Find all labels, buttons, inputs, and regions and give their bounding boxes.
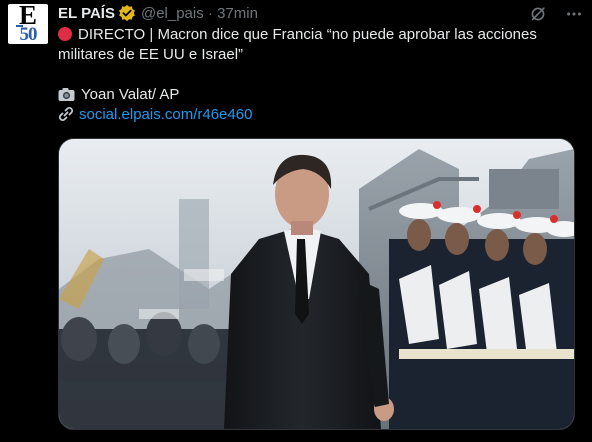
photo-credit: Yoan Valat/ AP: [81, 86, 180, 103]
post-photo[interactable]: [58, 138, 575, 430]
red-circle-icon: [58, 27, 72, 41]
post-header: EL PAÍS @el_pais · 37min: [58, 3, 258, 23]
avatar[interactable]: E 50: [8, 4, 48, 44]
photo-image: [59, 139, 574, 429]
grok-icon[interactable]: [528, 4, 548, 24]
time-separator: ·: [207, 4, 213, 22]
more-options-icon[interactable]: [564, 4, 584, 24]
post-time[interactable]: 37min: [217, 5, 258, 22]
headline: DIRECTO | Macron dice que Francia “no pu…: [78, 26, 537, 43]
avatar-logo-bottom: 50: [19, 24, 38, 45]
headline-line: DIRECTO | Macron dice que Francia “no pu…: [58, 25, 578, 45]
headline-line-2: militares de EE UU e Israel”: [58, 45, 578, 65]
verified-badge-icon: [118, 4, 136, 22]
credit-line: Yoan Valat/ AP: [58, 85, 578, 105]
link-line: social.elpais.com/r46e460: [58, 105, 578, 125]
account-name[interactable]: EL PAÍS: [58, 5, 115, 22]
post[interactable]: E 50 EL PAÍS @el_pais · 37min DIRECTO | …: [0, 0, 592, 442]
headline-continued: militares de EE UU e Israel”: [58, 46, 244, 63]
account-handle[interactable]: @el_pais: [141, 5, 204, 22]
post-text: DIRECTO | Macron dice que Francia “no pu…: [58, 25, 578, 125]
post-link[interactable]: social.elpais.com/r46e460: [79, 106, 252, 123]
link-icon: [58, 106, 74, 128]
header-actions: [528, 4, 584, 24]
